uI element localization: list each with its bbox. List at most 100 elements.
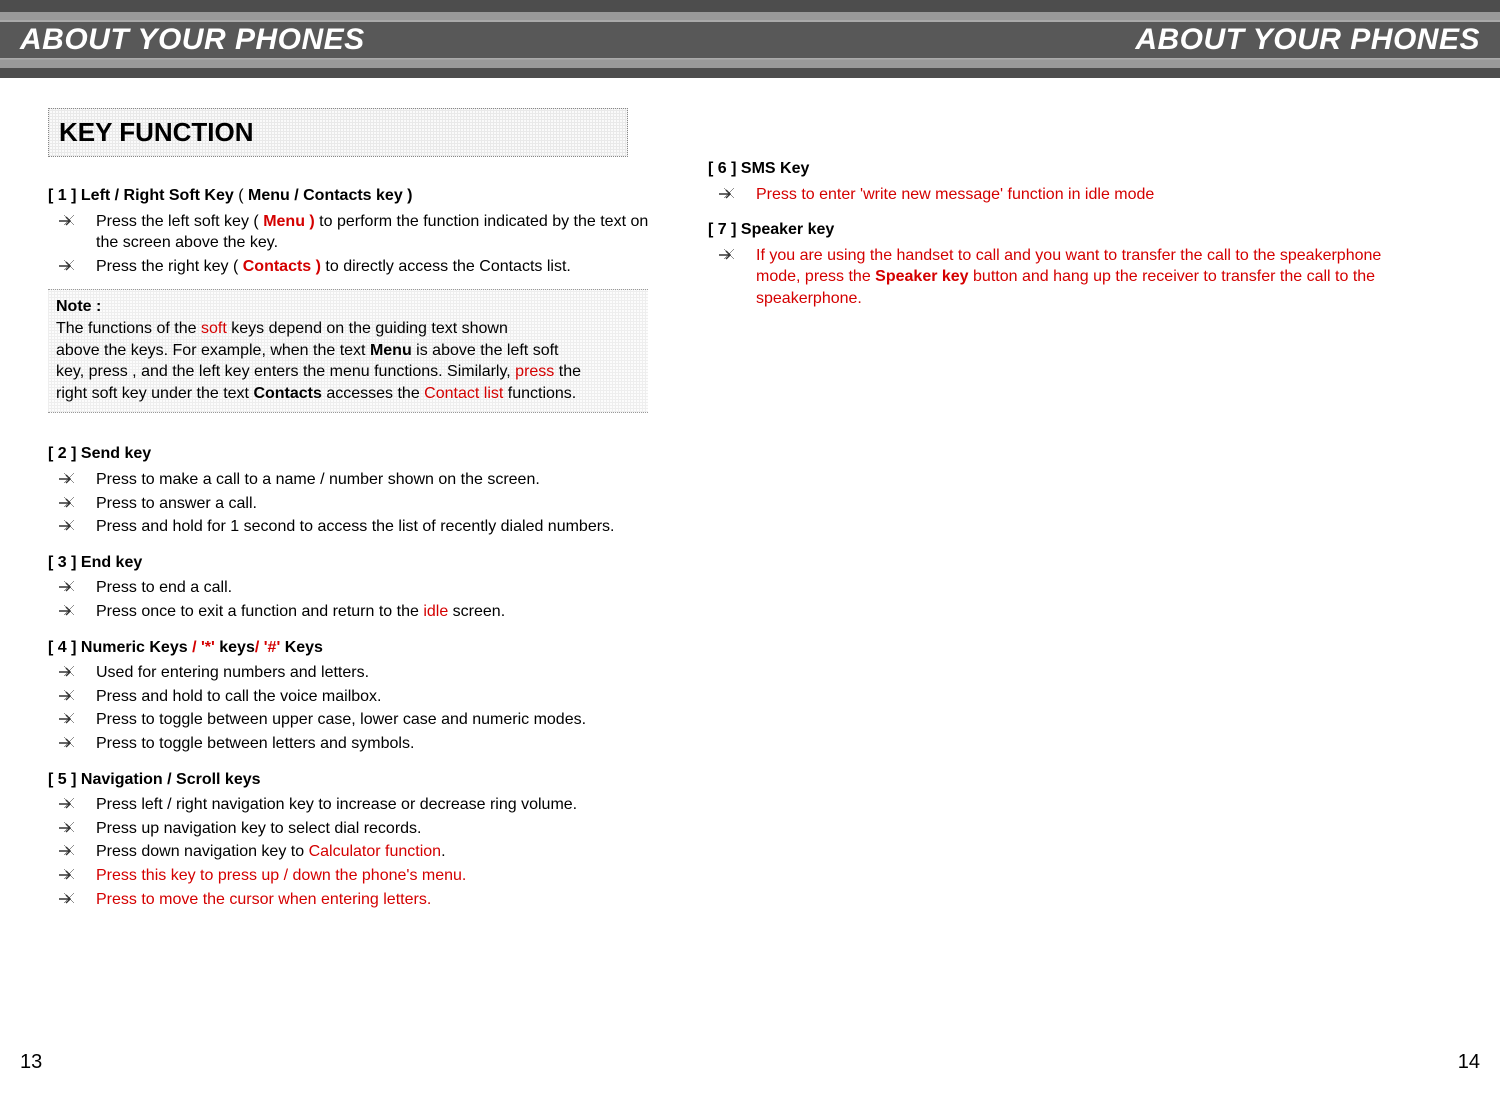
top-stripe <box>0 0 1500 12</box>
section-title: KEY FUNCTION <box>48 108 628 157</box>
text: above the keys. For example, when the te… <box>56 342 370 359</box>
left-column: KEY FUNCTION [ 1 ] Left / Right Soft Key… <box>48 108 668 912</box>
item5-b4: Press this key to press up / down the ph… <box>48 865 668 887</box>
note-line1: The functions of the soft keys depend on… <box>56 318 640 340</box>
item2-heading: [ 2 ] Send key <box>48 443 668 465</box>
item5-b5: Press to move the cursor when entering l… <box>48 889 668 911</box>
item7-list: If you are using the handset to call and… <box>708 245 1408 310</box>
text: keys <box>215 639 255 656</box>
item6-heading: [ 6 ] SMS Key <box>708 158 1408 180</box>
arrow-icon <box>58 690 74 702</box>
text: Contacts ) <box>243 258 321 275</box>
text: Press to enter 'write new message' funct… <box>756 186 1154 203</box>
text: to directly access the Contacts list. <box>321 258 571 275</box>
header-title-left: ABOUT YOUR PHONES <box>20 23 365 57</box>
item1-heading: [ 1 ] Left / Right Soft Key ( Menu / Con… <box>48 185 668 207</box>
text: Calculator function <box>309 843 442 860</box>
item3-heading: [ 3 ] End key <box>48 552 668 574</box>
header-title-right: ABOUT YOUR PHONES <box>1135 23 1480 57</box>
arrow-icon <box>58 520 74 532</box>
text: keys depend on the guiding text shown <box>227 320 508 337</box>
item5-b1: Press left / right navigation key to inc… <box>48 794 668 816</box>
arrow-icon <box>718 188 734 200</box>
item3-list: Press to end a call. Press once to exit … <box>48 577 668 622</box>
text: right soft key under the text <box>56 385 253 402</box>
text: Menu <box>370 342 412 359</box>
item2-b1: Press to make a call to a name / number … <box>48 469 668 491</box>
item1-main: Left / Right Soft Key <box>81 187 234 204</box>
item3-b1: Press to end a call. <box>48 577 668 599</box>
text: The functions of the <box>56 320 201 337</box>
text: Press the right key <box>96 258 233 275</box>
item1-paren-label: Menu / Contacts key ) <box>248 187 412 204</box>
text: Press to toggle between upper case, lowe… <box>96 711 586 728</box>
item6-list: Press to enter 'write new message' funct… <box>708 184 1408 206</box>
item5-heading: [ 5 ] Navigation / Scroll keys <box>48 769 668 791</box>
item1-list: Press the left soft key ( Menu ) to perf… <box>48 211 668 278</box>
item1-num: [ 1 ] <box>48 187 81 204</box>
item4-list: Used for entering numbers and letters. P… <box>48 662 668 754</box>
page-number-left: 13 <box>20 1051 42 1074</box>
text: Speaker key <box>875 268 968 285</box>
item5-b3: Press down navigation key to Calculator … <box>48 841 668 863</box>
arrow-icon <box>718 249 734 261</box>
arrow-icon <box>58 822 74 834</box>
text: [ 4 ] Numeric Keys <box>48 639 192 656</box>
item4-b4: Press to toggle between letters and symb… <box>48 733 668 755</box>
text: Menu ) <box>263 213 315 230</box>
text: Contact list <box>424 385 503 402</box>
arrow-icon <box>58 260 74 272</box>
item1-b2: Press the right key ( Contacts ) to dire… <box>48 256 668 278</box>
item1-paren-open: ( <box>238 187 248 204</box>
arrow-icon <box>58 713 74 725</box>
text: the <box>554 363 581 380</box>
text: ( <box>233 258 243 275</box>
text: Press to make a call to a name / number … <box>96 471 540 488</box>
item4-heading: [ 4 ] Numeric Keys / '*' keys/ '#' Keys <box>48 637 668 659</box>
note-line2: above the keys. For example, when the te… <box>56 340 640 362</box>
text: Press and hold for 1 second to access th… <box>96 518 615 535</box>
arrow-icon <box>58 497 74 509</box>
item3-b2: Press once to exit a function and return… <box>48 601 668 623</box>
text: key, press , and the left key enters the… <box>56 363 515 380</box>
text: soft <box>201 320 227 337</box>
item5-list: Press left / right navigation key to inc… <box>48 794 668 910</box>
text: Press and hold to call the voice mailbox… <box>96 688 381 705</box>
arrow-icon <box>58 605 74 617</box>
text: Contacts <box>253 385 321 402</box>
arrow-icon <box>58 666 74 678</box>
item2-b3: Press and hold for 1 second to access th… <box>48 516 668 538</box>
note-line3: key, press , and the left key enters the… <box>56 361 640 383</box>
arrow-icon <box>58 845 74 857</box>
text: Press up navigation key to select dial r… <box>96 820 422 837</box>
text: screen. <box>448 603 505 620</box>
item1-b1: Press the left soft key ( Menu ) to perf… <box>48 211 668 254</box>
text: / '*' <box>192 639 215 656</box>
header-band: ABOUT YOUR PHONES ABOUT YOUR PHONES <box>0 12 1500 68</box>
item2-list: Press to make a call to a name / number … <box>48 469 668 538</box>
text: / '#' <box>255 639 280 656</box>
note-line4: right soft key under the text Contacts a… <box>56 383 640 405</box>
arrow-icon <box>58 869 74 881</box>
item7-b1-text: If you are using the handset to call and… <box>756 247 1381 307</box>
text: Used for entering numbers and letters. <box>96 664 369 681</box>
text: Press to answer a call. <box>96 495 257 512</box>
item2-b2: Press to answer a call. <box>48 493 668 515</box>
item1-paren: ( Menu / Contacts key ) <box>238 187 412 204</box>
text: accesses the <box>322 385 424 402</box>
item4-b2: Press and hold to call the voice mailbox… <box>48 686 668 708</box>
text: functions. <box>503 385 576 402</box>
text: idle <box>423 603 448 620</box>
arrow-icon <box>58 893 74 905</box>
item6-b1: Press to enter 'write new message' funct… <box>708 184 1408 206</box>
text: Press to toggle between letters and symb… <box>96 735 414 752</box>
item7-b1: If you are using the handset to call and… <box>708 245 1408 310</box>
arrow-icon <box>58 737 74 749</box>
arrow-icon <box>58 215 74 227</box>
page-body: KEY FUNCTION [ 1 ] Left / Right Soft Key… <box>0 78 1500 922</box>
text: Press to end a call. <box>96 579 232 596</box>
item5-b2: Press up navigation key to select dial r… <box>48 818 668 840</box>
text: Press the left soft key <box>96 213 253 230</box>
text: ( <box>253 213 263 230</box>
page-number-right: 14 <box>1458 1051 1480 1074</box>
